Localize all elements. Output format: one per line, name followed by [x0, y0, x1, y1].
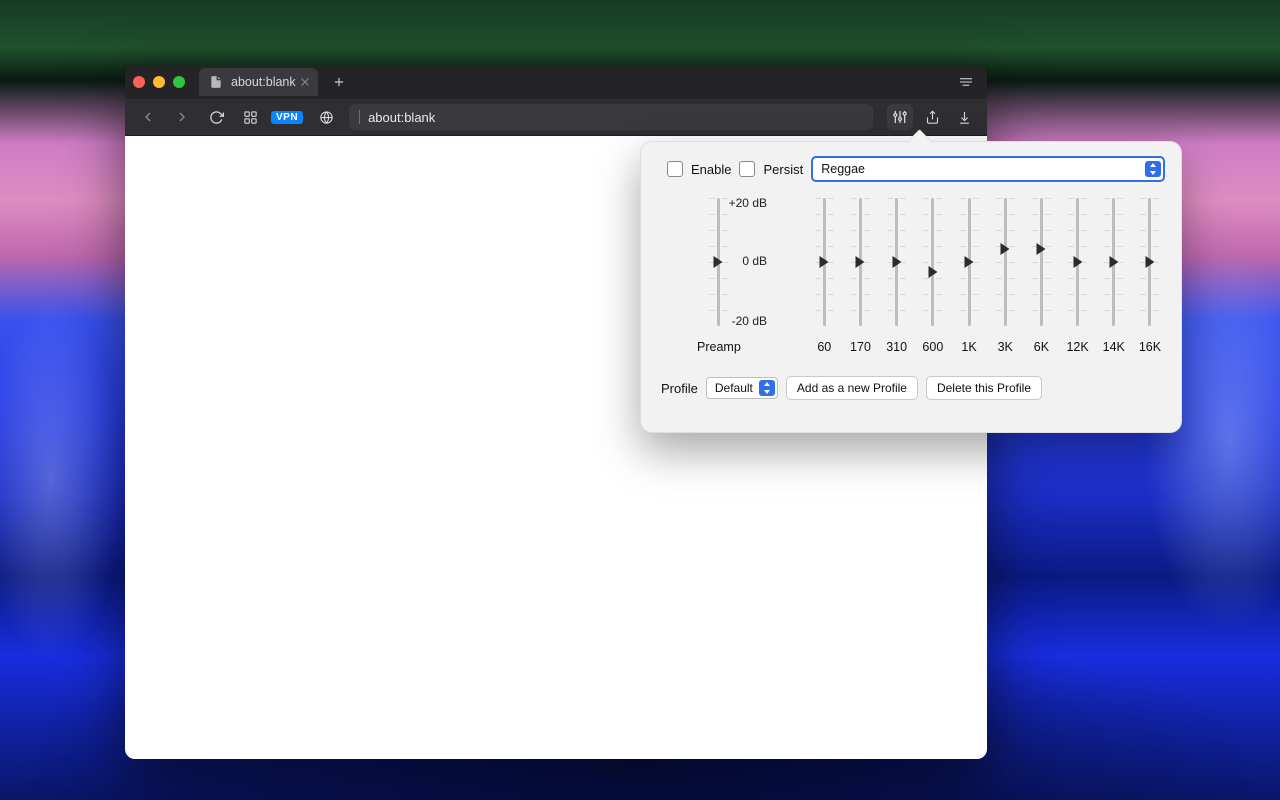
band-slider-16K[interactable]: 16K: [1139, 198, 1161, 326]
apps-button[interactable]: [237, 104, 263, 130]
band-label: 600: [922, 340, 943, 354]
band-label: 14K: [1103, 340, 1125, 354]
chevron-updown-icon: [759, 380, 775, 396]
band-label: 3K: [998, 340, 1013, 354]
preset-select[interactable]: Reggae: [811, 156, 1165, 182]
minimize-window-button[interactable]: [153, 76, 165, 88]
band-slider-1K[interactable]: 1K: [958, 198, 980, 326]
slider-thumb-icon[interactable]: [928, 266, 937, 278]
enable-label: Enable: [691, 162, 731, 177]
band-label: 310: [886, 340, 907, 354]
address-bar[interactable]: about:blank: [349, 104, 873, 130]
back-button[interactable]: [135, 104, 161, 130]
band-slider-6K[interactable]: 6K: [1030, 198, 1052, 326]
band-label: 1K: [961, 340, 976, 354]
downloads-button[interactable]: [951, 104, 977, 130]
band-label: 6K: [1034, 340, 1049, 354]
slider-thumb-icon[interactable]: [820, 256, 829, 268]
tab-strip: about:blank: [125, 65, 987, 99]
enable-checkbox[interactable]: [667, 161, 683, 177]
close-window-button[interactable]: [133, 76, 145, 88]
vpn-badge[interactable]: VPN: [271, 111, 303, 124]
add-profile-button[interactable]: Add as a new Profile: [786, 376, 918, 400]
persist-checkbox[interactable]: [739, 161, 755, 177]
slider-thumb-icon[interactable]: [965, 256, 974, 268]
delete-profile-button[interactable]: Delete this Profile: [926, 376, 1042, 400]
band-slider-600[interactable]: 600: [922, 198, 944, 326]
band-slider-12K[interactable]: 12K: [1067, 198, 1089, 326]
preset-selected: Reggae: [821, 162, 865, 176]
band-slider-60[interactable]: 60: [813, 198, 835, 326]
profile-select[interactable]: Default: [706, 377, 778, 399]
profile-label: Profile: [661, 381, 698, 396]
share-button[interactable]: [919, 104, 945, 130]
slider-thumb-icon[interactable]: [714, 256, 723, 268]
tab-title: about:blank: [231, 75, 296, 89]
slider-thumb-icon[interactable]: [1145, 256, 1154, 268]
slider-thumb-icon[interactable]: [892, 256, 901, 268]
preamp-label: Preamp: [697, 340, 741, 354]
band-label: 12K: [1066, 340, 1088, 354]
address-text: about:blank: [368, 110, 435, 125]
band-label: 16K: [1139, 340, 1161, 354]
tab-about-blank[interactable]: about:blank: [199, 68, 318, 96]
slider-thumb-icon[interactable]: [1073, 256, 1082, 268]
persist-label: Persist: [763, 162, 803, 177]
new-tab-button[interactable]: [326, 69, 352, 95]
address-separator: [359, 110, 360, 124]
slider-thumb-icon[interactable]: [856, 256, 865, 268]
preamp-slider[interactable]: [707, 198, 729, 326]
reload-button[interactable]: [203, 104, 229, 130]
site-settings-button[interactable]: [313, 104, 339, 130]
profile-selected: Default: [715, 381, 753, 395]
equalizer-popover: Enable Persist Reggae +20 dB 0 dB -20 dB…: [640, 141, 1182, 433]
band-slider-14K[interactable]: 14K: [1103, 198, 1125, 326]
equalizer-extension-button[interactable]: [887, 104, 913, 130]
slider-thumb-icon[interactable]: [1109, 256, 1118, 268]
chevron-updown-icon: [1145, 161, 1161, 177]
slider-thumb-icon[interactable]: [1001, 243, 1010, 255]
window-controls: [133, 76, 185, 88]
band-slider-310[interactable]: 310: [886, 198, 908, 326]
close-tab-icon[interactable]: [298, 75, 312, 89]
zoom-window-button[interactable]: [173, 76, 185, 88]
forward-button[interactable]: [169, 104, 195, 130]
band-slider-3K[interactable]: 3K: [994, 198, 1016, 326]
slider-thumb-icon[interactable]: [1037, 243, 1046, 255]
page-icon: [209, 75, 223, 89]
tab-overflow-button[interactable]: [953, 71, 979, 93]
band-label: 170: [850, 340, 871, 354]
band-slider-170[interactable]: 170: [849, 198, 871, 326]
band-label: 60: [817, 340, 831, 354]
toolbar: VPN about:blank: [125, 99, 987, 135]
equalizer-sliders: +20 dB 0 dB -20 dB 601703106001K3K6K12K1…: [661, 198, 1161, 368]
